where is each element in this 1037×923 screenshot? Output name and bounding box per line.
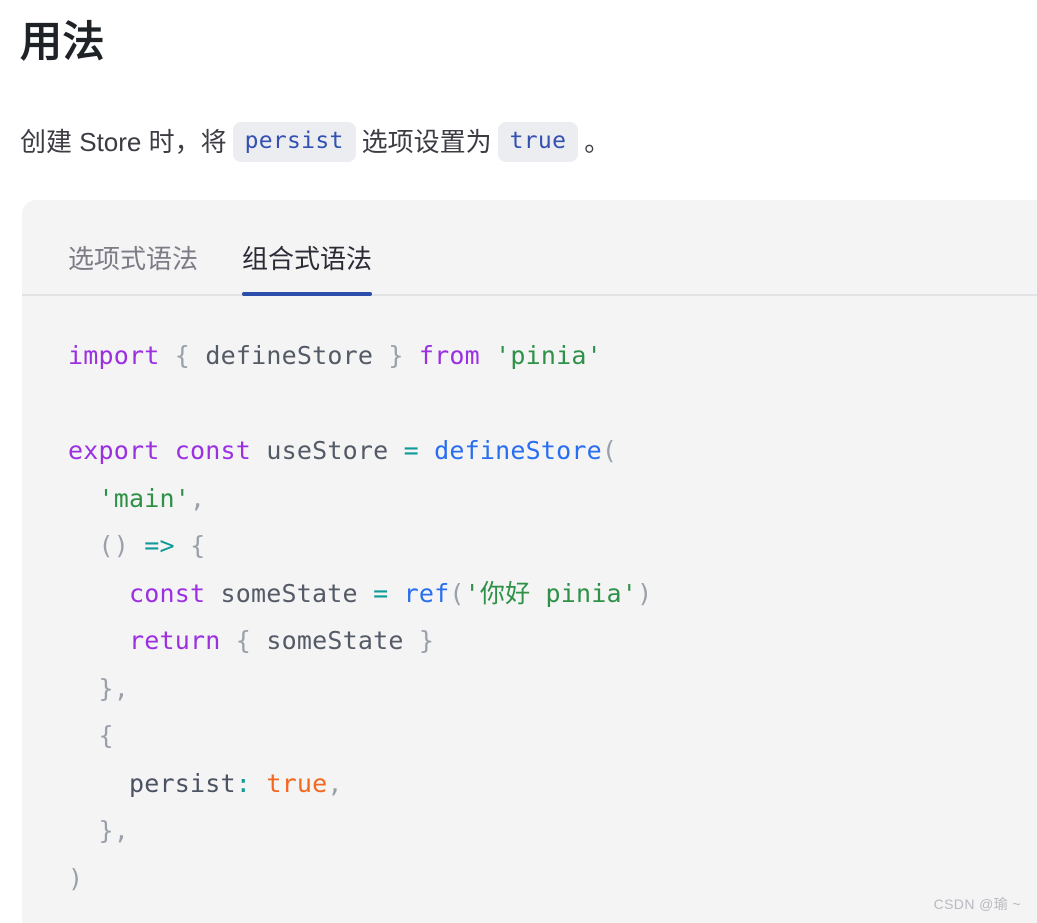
code-token: defineStore (205, 341, 374, 370)
code-token: ( (601, 436, 618, 465)
code-token: ref (403, 578, 450, 608)
code-token: someState (266, 626, 404, 655)
code-token: } (98, 673, 114, 703)
tab-strip: 选项式语法 组合式语法 (22, 200, 1037, 296)
code-token: const (129, 578, 206, 608)
tab-composition-syntax[interactable]: 组合式语法 (242, 244, 373, 296)
code-token: { (174, 341, 191, 370)
intro-text-part-2: 选项设置为 (361, 127, 492, 158)
code-token: useStore (266, 436, 389, 465)
code-token: , (190, 483, 206, 513)
code-token: ) (637, 578, 653, 608)
code-line: persist: true, (68, 760, 1037, 808)
watermark: CSDN @瑜 ~ (933, 896, 1021, 912)
code-token: someState (220, 578, 358, 608)
code-example-panel: 选项式语法 组合式语法 import { defineStore } from … (22, 200, 1037, 923)
code-token: } (98, 816, 114, 845)
code-line: import { defineStore } from 'pinia' (68, 332, 1037, 380)
code-block[interactable]: import { defineStore } from 'pinia' expo… (22, 296, 1037, 902)
code-token: , (113, 816, 130, 845)
code-token: } (418, 626, 435, 655)
code-token: export (68, 436, 160, 465)
intro-paragraph: 创建 Store 时，将 persist 选项设置为 true。 (20, 118, 610, 164)
code-token: { (235, 626, 252, 655)
code-line: ) (68, 855, 1037, 903)
code-token: from (418, 341, 480, 370)
code-token: 'main' (98, 483, 191, 513)
code-token: } (388, 341, 404, 370)
code-token: true (266, 768, 328, 798)
inline-code-true: true (497, 122, 579, 163)
code-token: , (327, 768, 343, 798)
code-line: }, (68, 665, 1037, 713)
code-token: 'pinia' (495, 341, 602, 370)
code-line: 'main', (68, 475, 1037, 523)
code-token: : (235, 768, 252, 798)
intro-text-part-1: 创建 Store 时，将 (20, 127, 227, 158)
intro-text-part-3: 。 (584, 127, 611, 158)
code-line: }, (68, 807, 1037, 855)
code-token: return (129, 626, 221, 655)
inline-code-persist: persist (232, 122, 356, 163)
code-token: , (113, 673, 130, 703)
code-token: ( (449, 578, 465, 608)
code-token: = (373, 578, 389, 608)
code-token: const (174, 436, 252, 465)
code-token: persist (129, 768, 236, 798)
code-token: ) (68, 863, 84, 893)
code-token: => (144, 531, 175, 560)
code-line: const someState = ref('你好 pinia') (68, 570, 1037, 618)
code-line: { (68, 712, 1037, 760)
code-line: () => { (68, 522, 1037, 570)
code-token: defineStore (434, 436, 602, 465)
code-token: '你好 pinia' (464, 578, 638, 608)
code-token: () (98, 531, 130, 560)
page-title: 用法 (20, 18, 106, 65)
code-token: { (98, 721, 114, 750)
tab-options-syntax[interactable]: 选项式语法 (68, 244, 198, 294)
code-token: = (403, 436, 419, 465)
code-token: import (68, 341, 160, 370)
code-line: export const useStore = defineStore( (68, 427, 1037, 475)
code-token: { (190, 531, 206, 560)
code-line: return { someState } (68, 617, 1037, 665)
